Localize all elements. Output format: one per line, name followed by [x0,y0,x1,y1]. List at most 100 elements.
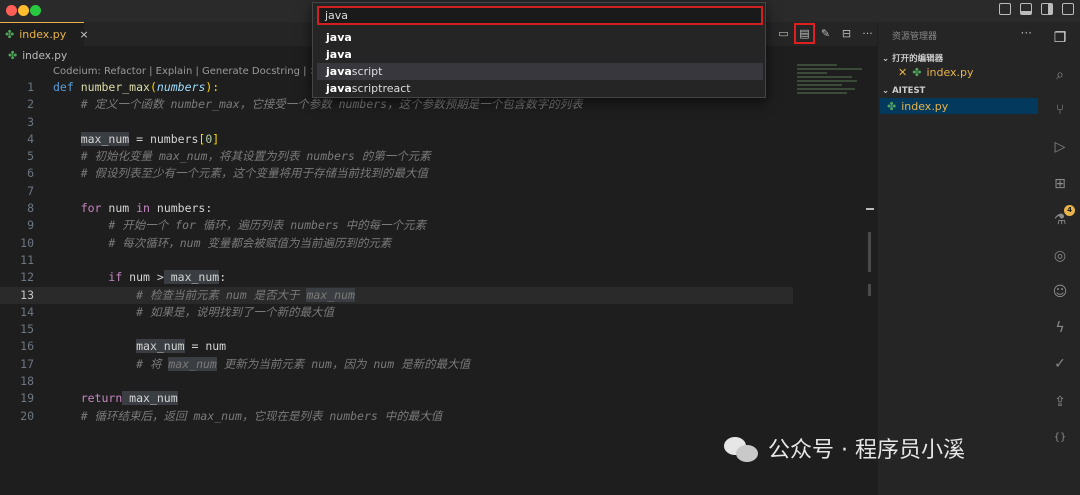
more-icon[interactable]: ··· [1021,26,1032,40]
tab-label: index.py [19,28,67,41]
export-icon[interactable]: ⇪ [1052,394,1068,410]
code-line: 15 [0,321,860,338]
codeium-icon[interactable]: ϟ [1052,320,1068,336]
quick-pick-item-active[interactable]: javascript [317,63,763,80]
code-token: ] [212,131,220,146]
line-number: 4 [27,131,34,146]
code-token: max_num [80,131,130,146]
line-number: 8 [27,201,34,216]
scrollbar-cursor-marker [866,208,874,210]
customize-layout-icon[interactable] [1062,3,1074,15]
breadcrumb[interactable]: ✤ index.py [8,49,67,62]
code-line: 12 if num > max_num: [0,269,860,286]
quick-pick-item[interactable]: java [317,46,763,63]
chevron-down-icon: ⌄ [882,54,893,64]
json-icon[interactable]: {} [1052,430,1068,446]
code-token: numbers [156,80,206,94]
code-comment: # 假设列表至少有一个元素，这个变量将用于存储当前找到的最大值 [80,166,429,181]
code-token: max_num [136,339,185,354]
code-line: 2 # 定义一个函数 number_max，它接受一个参数 numbers，这个… [0,96,860,113]
check-icon[interactable]: ✓ [1052,356,1068,372]
toggle-primary-sidebar-icon[interactable] [999,3,1011,15]
codelens-actions[interactable]: Codeium: Refactor | Explain | Generate D… [53,66,318,77]
breadcrumb-file[interactable]: index.py [22,50,67,62]
line-number: 17 [20,356,34,371]
toggle-panel-icon[interactable] [1020,3,1032,15]
code-token: number_max [80,80,150,94]
code-line: 16 max_num = num [0,338,860,355]
code-comment: # 将 [136,356,169,371]
files-icon[interactable]: ❐ [1052,30,1068,46]
close-window-button[interactable] [6,5,17,16]
code-line: 3 [0,114,860,131]
code-line-current: 13 # 检查当前元素 num 是否大于 max_num [0,286,793,304]
line-number: 12 [20,270,34,285]
code-line: 20 # 循环结束后，返回 max_num，它现在是列表 numbers 中的最… [0,408,860,425]
code-line: 4 max_num = numbers[0] [0,131,860,148]
remote-icon[interactable]: ◎ [1052,248,1068,264]
python-file-icon: ✤ [887,99,897,113]
code-line: 8 for num in numbers: [0,200,860,217]
search-icon[interactable]: ⌕ [1052,67,1068,83]
minimap[interactable] [797,64,867,104]
split-editor-icon[interactable]: ⊟ [839,26,854,41]
chevron-down-icon: ⌄ [882,86,893,96]
code-token: num [101,201,137,216]
source-control-icon[interactable]: ⑂ [1052,102,1068,118]
open-editor-item[interactable]: ✕ ✤ index.py [898,66,974,79]
code-line: 10 # 每次循环，num 变量都会被赋值为当前遍历到的元素 [0,235,860,252]
python-file-icon: ✤ [5,28,15,41]
code-line: 11 [0,252,860,269]
workspace-section[interactable]: ⌄ AITEST [882,86,925,96]
code-token: for [80,201,102,216]
quick-pick-input[interactable]: java [317,6,763,25]
run-debug-icon[interactable]: ▷ [1052,139,1068,155]
language-quick-pick: java java java javascript javascriptreac… [312,2,766,98]
code-token: def [53,80,74,94]
editor-actions: ▭ ▤ ✎ ⊟ ··· [776,23,875,44]
quick-pick-item[interactable]: java [317,29,763,46]
code-line: 5 # 初始化变量 max_num，将其设置为列表 numbers 的第一个元素 [0,148,860,165]
code-token: numbers: [149,201,213,216]
code-line: 17 # 将 max_num 更新为当前元素 num，因为 num 是新的最大值 [0,356,860,373]
workspace-file-item[interactable]: ✤ index.py [880,98,1038,114]
quick-pick-item[interactable]: javascriptreact [317,80,763,97]
code-line: 6 # 假设列表至少有一个元素，这个变量将用于存储当前找到的最大值 [0,165,860,182]
code-comment: # 定义一个函数 number_max，它接受一个参数 numbers，这个参数… [80,97,583,112]
testing-icon[interactable]: ⚗ [1052,212,1068,228]
close-tab-icon[interactable]: × [79,28,88,41]
edit-icon[interactable]: ✎ [818,26,833,41]
language-mode-icon[interactable]: ▤ [794,23,815,44]
toggle-secondary-sidebar-icon[interactable] [1041,3,1053,15]
watermark-text: 公众号 · 程序员小溪 [768,438,965,463]
code-editor[interactable]: 1 def number_max(numbers): 2 # 定义一个函数 num… [0,79,860,425]
minimize-window-button[interactable] [18,5,29,16]
more-actions-icon[interactable]: ··· [860,26,875,41]
line-number: 7 [27,183,34,198]
code-line: 19 return max_num [0,390,860,407]
code-line: 7 [0,183,860,200]
close-icon[interactable]: ✕ [898,66,907,79]
line-number: 5 [27,149,34,164]
line-number: 20 [20,408,34,423]
code-comment: # 循环结束后，返回 max_num，它现在是列表 numbers 中的最大值 [80,408,443,423]
code-token: return [80,391,123,406]
line-number: 10 [20,235,34,250]
code-comment: max_num [168,356,217,371]
explorer-title: 资源管理器 [892,32,938,42]
tab-index-py[interactable]: ✤ index.py × [0,22,89,46]
code-line: 9 # 开始一个 for 循环，遍历列表 numbers 中的每一个元素 [0,217,860,234]
code-comment: # 每次循环，num 变量都会被赋值为当前遍历到的元素 [108,235,392,250]
line-number: 15 [20,322,34,337]
code-comment: # 开始一个 for 循环，遍历列表 numbers 中的每一个元素 [108,218,427,233]
maximize-window-button[interactable] [30,5,41,16]
line-number: 9 [27,218,34,233]
python-file-icon: ✤ [912,66,922,79]
open-preview-icon[interactable]: ▭ [776,26,791,41]
code-comment: # 初始化变量 max_num，将其设置为列表 numbers 的第一个元素 [80,149,431,164]
scrollbar-marker [868,284,871,296]
copilot-icon[interactable]: ☺ [1052,284,1068,300]
open-editors-section[interactable]: ⌄ 打开的编辑器 [882,52,943,64]
extensions-icon[interactable]: ⊞ [1052,176,1068,192]
code-token: ): [205,80,220,94]
